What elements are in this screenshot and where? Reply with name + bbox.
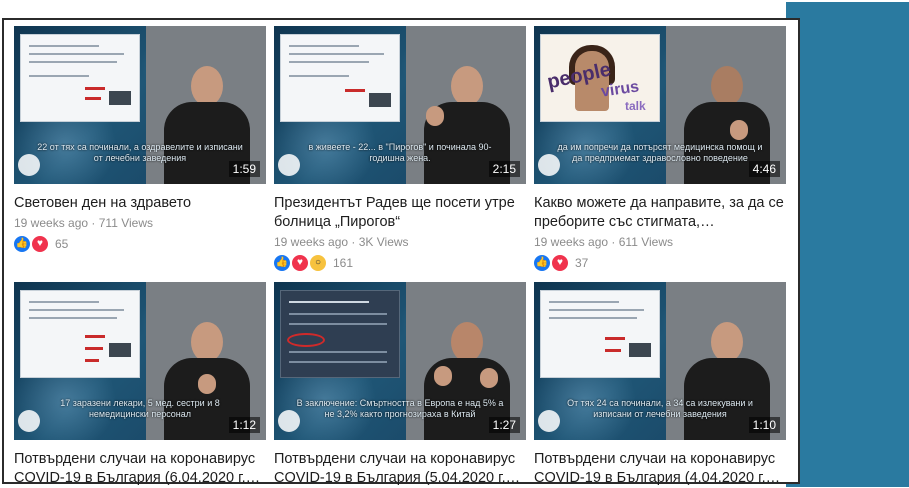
side-decor-panel bbox=[786, 2, 909, 487]
channel-logo-icon bbox=[18, 154, 40, 176]
video-card[interactable]: В заключение: Смъртността в Европа е над… bbox=[274, 282, 526, 488]
channel-logo-icon bbox=[278, 154, 300, 176]
video-subtitle: в живеете - 22... в "Пирогов" и починала… bbox=[308, 142, 492, 163]
video-subtitle: От тях 24 са починали, а 34 са излекуван… bbox=[567, 398, 753, 419]
reactions[interactable]: 👍 ♥ 65 bbox=[14, 236, 266, 252]
video-meta: 19 weeks ago · 611 Views bbox=[534, 235, 673, 249]
video-title[interactable]: Потвърдени случаи на коронавирус COVID-1… bbox=[534, 450, 786, 488]
video-duration: 1:27 bbox=[488, 417, 520, 433]
video-duration: 1:12 bbox=[228, 417, 260, 433]
video-thumbnail[interactable]: 17 заразени лекари, 5 мед. сестри и 8 не… bbox=[14, 282, 266, 440]
reaction-count: 37 bbox=[575, 256, 589, 270]
video-meta: 19 weeks ago · 711 Views bbox=[14, 216, 153, 230]
video-title[interactable]: Президентът Радев ще посети утре болница… bbox=[274, 194, 526, 232]
heart-icon: ♥ bbox=[552, 255, 568, 271]
video-card[interactable]: в живеете - 22... в "Пирогов" и починала… bbox=[274, 26, 526, 271]
channel-logo-icon bbox=[18, 410, 40, 432]
video-thumbnail[interactable]: 22 от тях са починали, а оздравелите и и… bbox=[14, 26, 266, 184]
heart-icon: ♥ bbox=[32, 236, 48, 252]
heart-icon: ♥ bbox=[292, 255, 308, 271]
video-duration: 1:59 bbox=[228, 161, 260, 177]
video-title[interactable]: Потвърдени случаи на коронавирус COVID-1… bbox=[274, 450, 526, 488]
video-card[interactable]: people virus talk да им попречи да потърся… bbox=[534, 26, 786, 271]
video-card[interactable]: 22 от тях са починали, а оздравелите и и… bbox=[14, 26, 266, 252]
reactions[interactable]: 👍 ♥ 37 bbox=[534, 255, 786, 271]
video-duration: 4:46 bbox=[748, 161, 780, 177]
channel-logo-icon bbox=[538, 410, 560, 432]
thumbs-up-icon: 👍 bbox=[274, 255, 290, 271]
word-cloud-image: people virus talk bbox=[540, 34, 660, 122]
video-subtitle: 22 от тях са починали, а оздравелите и и… bbox=[37, 142, 243, 163]
reactions[interactable]: 👍 ♥ ○ 161 bbox=[274, 255, 526, 271]
video-duration: 1:10 bbox=[748, 417, 780, 433]
video-title[interactable]: Какво можете да направите, за да се преб… bbox=[534, 194, 786, 232]
video-views: 3K Views bbox=[358, 235, 409, 249]
video-subtitle: да им попречи да потърсят медицинска пом… bbox=[557, 142, 763, 163]
thumbs-up-icon: 👍 bbox=[534, 255, 550, 271]
video-subtitle: В заключение: Смъртността в Европа е над… bbox=[296, 398, 504, 419]
video-thumbnail[interactable]: От тях 24 са починали, а 34 са излекуван… bbox=[534, 282, 786, 440]
document-screenshot bbox=[20, 34, 140, 122]
video-age: 19 weeks ago bbox=[14, 216, 89, 230]
video-card[interactable]: От тях 24 са починали, а 34 са излекуван… bbox=[534, 282, 786, 488]
document-screenshot bbox=[280, 34, 400, 122]
thumbs-up-icon: 👍 bbox=[14, 236, 30, 252]
channel-logo-icon bbox=[538, 154, 560, 176]
video-views: 711 Views bbox=[98, 216, 153, 230]
channel-logo-icon bbox=[278, 410, 300, 432]
video-card[interactable]: 17 заразени лекари, 5 мед. сестри и 8 не… bbox=[14, 282, 266, 488]
wow-face-icon: ○ bbox=[310, 255, 326, 271]
document-screenshot bbox=[20, 290, 140, 378]
video-meta: 19 weeks ago · 3K Views bbox=[274, 235, 409, 249]
video-duration: 2:15 bbox=[488, 161, 520, 177]
statistics-table-screenshot bbox=[280, 290, 400, 378]
reaction-count: 161 bbox=[333, 256, 354, 270]
video-thumbnail[interactable]: в живеете - 22... в "Пирогов" и починала… bbox=[274, 26, 526, 184]
video-age: 19 weeks ago bbox=[274, 235, 349, 249]
video-subtitle: 17 заразени лекари, 5 мед. сестри и 8 не… bbox=[60, 398, 220, 419]
video-title[interactable]: Световен ден на здравето bbox=[14, 194, 266, 213]
reaction-count: 65 bbox=[55, 237, 69, 251]
video-thumbnail[interactable]: people virus talk да им попречи да потърся… bbox=[534, 26, 786, 184]
document-screenshot bbox=[540, 290, 660, 378]
video-title[interactable]: Потвърдени случаи на коронавирус COVID-1… bbox=[14, 450, 266, 488]
video-views: 611 Views bbox=[618, 235, 673, 249]
video-thumbnail[interactable]: В заключение: Смъртността в Европа е над… bbox=[274, 282, 526, 440]
video-age: 19 weeks ago bbox=[534, 235, 609, 249]
video-grid: 22 от тях са починали, а оздравелите и и… bbox=[2, 18, 800, 486]
